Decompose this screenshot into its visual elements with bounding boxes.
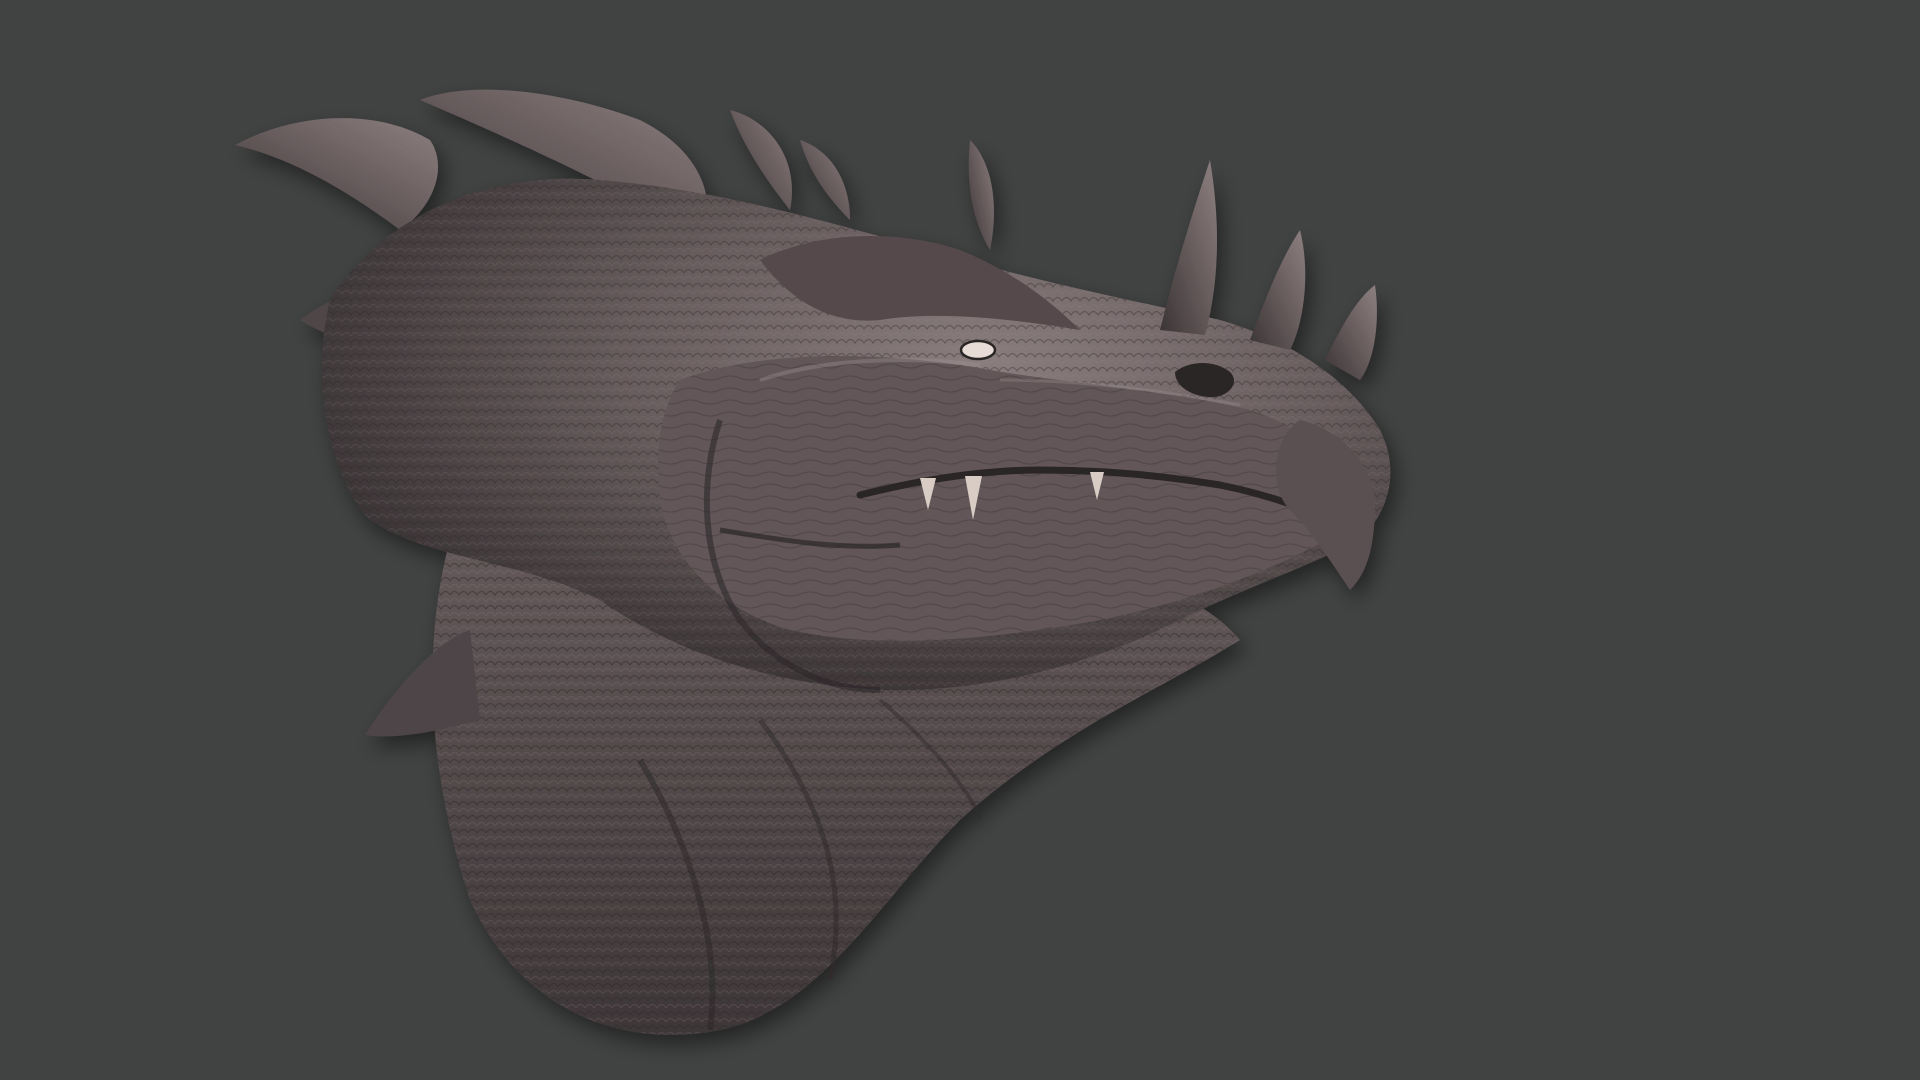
render-viewport: [0, 0, 1920, 1080]
crest-spike-3: [968, 140, 994, 250]
crest-spike-2: [800, 140, 850, 220]
crest-spike-1: [730, 110, 792, 210]
dragon-sculpture: [235, 89, 1391, 1035]
rear-horn-left: [235, 118, 439, 230]
nose-horn-3: [1325, 285, 1377, 380]
nose-horn-2: [1250, 230, 1306, 350]
nose-horn-1: [1160, 160, 1217, 335]
frill-left-3: [365, 630, 480, 737]
